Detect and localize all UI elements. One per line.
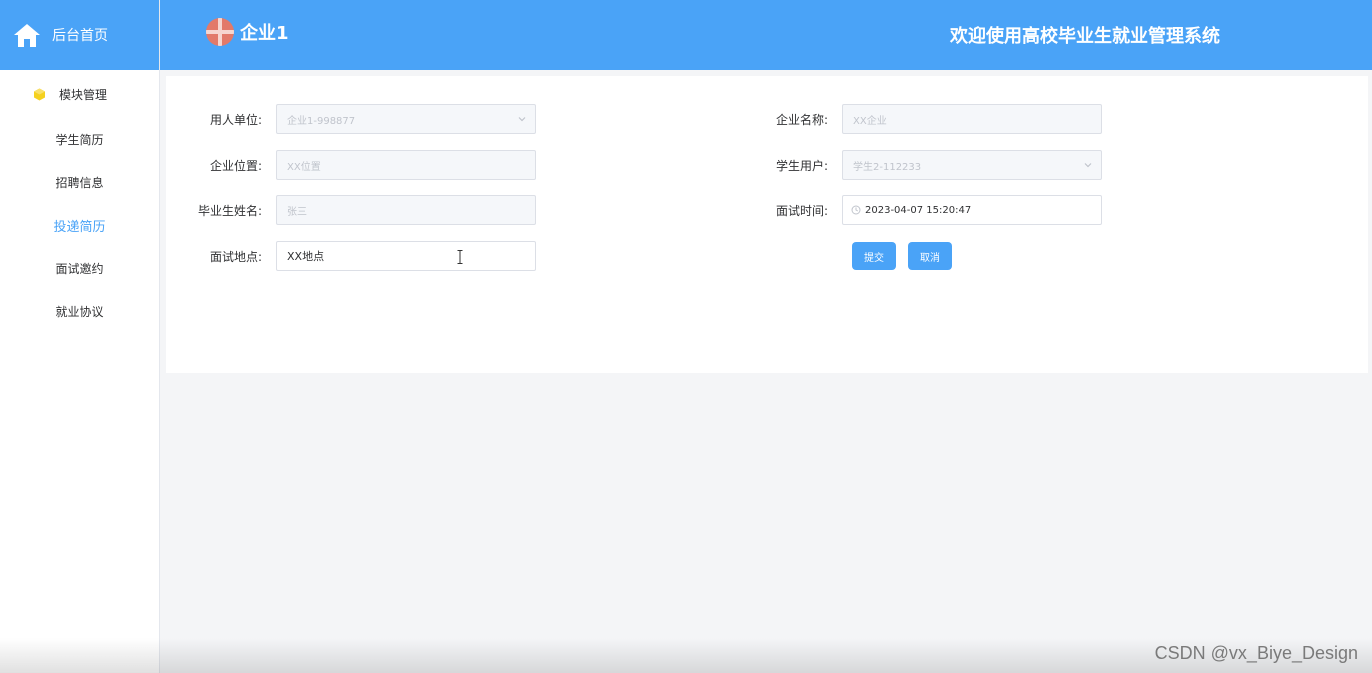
- company-logo: [206, 18, 234, 46]
- student-user-value: 学生2-112233: [853, 161, 922, 173]
- student-user-label: 学生用户:: [775, 158, 828, 173]
- student-user-select[interactable]: 学生2-112233: [842, 150, 1102, 180]
- form-card: 用人单位: 企业1-998877 企业位置: XX位置 毕业生姓名: 张三 面试…: [166, 76, 1368, 373]
- employer-value: 企业1-998877: [287, 115, 356, 127]
- topbar: 企业1 欢迎使用高校毕业生就业管理系统: [160, 0, 1372, 70]
- interview-time-value: 2023-04-07 15:20:47: [865, 204, 972, 216]
- employer-row: 用人单位: 企业1-998877: [166, 104, 536, 134]
- form-actions: 提交 取消: [852, 241, 952, 271]
- graduate-name-input[interactable]: 张三: [276, 195, 536, 225]
- clock-icon: [851, 205, 861, 215]
- interview-time-label: 面试时间:: [775, 203, 828, 218]
- chevron-down-icon: [1083, 160, 1093, 170]
- graduate-name-value: 张三: [287, 206, 307, 218]
- home-label: 后台首页: [52, 28, 108, 44]
- graduate-name-label: 毕业生姓名:: [197, 203, 262, 218]
- interview-place-value: XX地点: [287, 250, 325, 263]
- interview-time-picker[interactable]: 2023-04-07 15:20:47: [842, 195, 1102, 225]
- company-name-input[interactable]: XX企业: [842, 104, 1102, 134]
- system-title: 欢迎使用高校毕业生就业管理系统: [950, 26, 1220, 47]
- sidebar-item-job-postings[interactable]: 招聘信息: [0, 161, 159, 204]
- watermark: CSDN @vx_Biye_Design: [1154, 643, 1358, 663]
- sidebar-item-submit-resume[interactable]: 投递简历: [0, 204, 159, 247]
- employer-select[interactable]: 企业1-998877: [276, 104, 536, 134]
- interview-place-input[interactable]: XX地点: [276, 241, 536, 271]
- brand-name: 企业1: [240, 23, 289, 44]
- company-location-input[interactable]: XX位置: [276, 150, 536, 180]
- chevron-down-icon: [517, 114, 527, 124]
- graduate-name-row: 毕业生姓名: 张三: [166, 195, 536, 225]
- module-label: 模块管理: [59, 87, 108, 102]
- company-location-label: 企业位置:: [209, 158, 262, 173]
- company-name-value: XX企业: [853, 115, 887, 127]
- module-management[interactable]: 模块管理: [0, 70, 159, 118]
- submit-button[interactable]: 提交: [852, 242, 896, 270]
- sidebar-home[interactable]: 后台首页: [0, 0, 159, 70]
- student-user-row: 学生用户: 学生2-112233: [732, 150, 1102, 180]
- sidebar: 后台首页 模块管理 学生简历 招聘信息 投递简历 面试邀约 就业协议: [0, 0, 160, 673]
- brand: 企业1: [206, 18, 289, 46]
- company-name-row: 企业名称: XX企业: [732, 104, 1102, 134]
- cancel-button[interactable]: 取消: [908, 242, 952, 270]
- company-name-label: 企业名称:: [775, 112, 828, 127]
- sidebar-item-employment-agreement[interactable]: 就业协议: [0, 290, 159, 333]
- sidebar-item-student-resume[interactable]: 学生简历: [0, 118, 159, 161]
- sidebar-item-interview-invitation[interactable]: 面试邀约: [0, 247, 159, 290]
- employer-label: 用人单位:: [209, 112, 262, 127]
- interview-time-row: 面试时间: 2023-04-07 15:20:47: [732, 195, 1102, 225]
- company-location-value: XX位置: [287, 161, 321, 173]
- home-icon: [12, 20, 42, 50]
- interview-place-label: 面试地点:: [209, 249, 262, 264]
- text-cursor-icon: [457, 250, 463, 264]
- cube-icon: [32, 87, 46, 101]
- interview-place-row: 面试地点: XX地点: [166, 241, 536, 271]
- company-location-row: 企业位置: XX位置: [166, 150, 536, 180]
